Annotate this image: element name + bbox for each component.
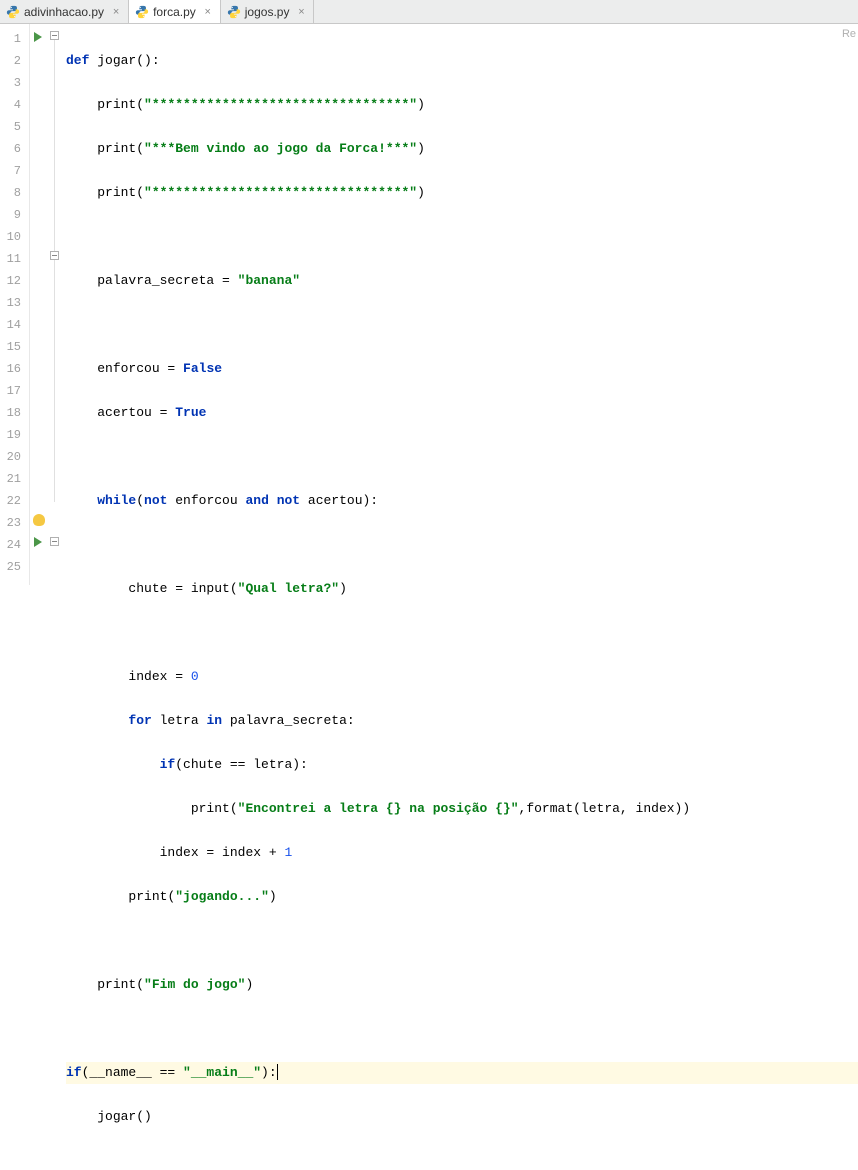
tab-forca[interactable]: forca.py × (129, 0, 221, 23)
fold-toggle[interactable] (50, 537, 59, 546)
editor: 1 2 3 4 5 6 7 8 9 10 11 12 13 14 15 16 1… (0, 24, 858, 585)
line-number: 14 (0, 314, 21, 336)
code-line[interactable]: index = 0 (66, 666, 858, 688)
line-number: 8 (0, 182, 21, 204)
code-line[interactable] (66, 226, 858, 248)
code-line[interactable] (66, 1018, 858, 1040)
line-number: 4 (0, 94, 21, 116)
tab-adivinhacao[interactable]: adivinhacao.py × (0, 0, 129, 23)
fold-toggle[interactable] (50, 31, 59, 40)
code-line[interactable]: chute = input("Qual letra?") (66, 578, 858, 600)
line-number: 24 (0, 534, 21, 556)
code-line[interactable]: print("Fim do jogo") (66, 974, 858, 996)
line-number: 21 (0, 468, 21, 490)
line-number: 25 (0, 556, 21, 578)
bulb-icon[interactable] (33, 514, 45, 526)
line-number: 2 (0, 50, 21, 72)
code-line[interactable]: index = index + 1 (66, 842, 858, 864)
line-number: 7 (0, 160, 21, 182)
line-number: 20 (0, 446, 21, 468)
fold-toggle[interactable] (50, 251, 59, 260)
code-line[interactable] (66, 622, 858, 644)
python-icon (6, 5, 20, 19)
line-number: 6 (0, 138, 21, 160)
code-line[interactable] (66, 534, 858, 556)
line-number: 16 (0, 358, 21, 380)
code-line[interactable]: print("***Bem vindo ao jogo da Forca!***… (66, 138, 858, 160)
code-line[interactable]: while(not enforcou and not acertou): (66, 490, 858, 512)
tab-bar: adivinhacao.py × forca.py × jogos.py × (0, 0, 858, 24)
code-line[interactable]: acertou = True (66, 402, 858, 424)
line-number: 9 (0, 204, 21, 226)
line-number: 19 (0, 424, 21, 446)
line-number: 1 (0, 28, 21, 50)
code-line[interactable]: def jogar(): (66, 50, 858, 72)
run-icon[interactable] (34, 32, 42, 42)
close-icon[interactable]: × (110, 6, 122, 18)
code-line[interactable] (66, 446, 858, 468)
code-line[interactable]: print("*********************************… (66, 94, 858, 116)
code-line[interactable]: print("jogando...") (66, 886, 858, 908)
code-line[interactable] (66, 930, 858, 952)
code-line[interactable] (66, 314, 858, 336)
line-number: 10 (0, 226, 21, 248)
line-number: 3 (0, 72, 21, 94)
run-icon[interactable] (34, 537, 42, 547)
text-cursor (277, 1064, 278, 1080)
line-number: 12 (0, 270, 21, 292)
tab-label: forca.py (153, 5, 196, 19)
close-icon[interactable]: × (295, 6, 307, 18)
code-line[interactable]: for letra in palavra_secreta: (66, 710, 858, 732)
fold-line (54, 40, 55, 502)
line-number: 11 (0, 248, 21, 270)
python-icon (135, 5, 149, 19)
run-gutter (30, 24, 48, 585)
line-number: 18 (0, 402, 21, 424)
code-line[interactable]: print("*********************************… (66, 182, 858, 204)
python-icon (227, 5, 241, 19)
code-line-current[interactable]: if(__name__ == "__main__"): (66, 1062, 858, 1084)
line-number: 5 (0, 116, 21, 138)
code-area[interactable]: def jogar(): print("********************… (62, 24, 858, 585)
fold-gutter (48, 24, 62, 585)
line-number: 13 (0, 292, 21, 314)
close-icon[interactable]: × (202, 6, 214, 18)
tab-label: jogos.py (245, 5, 290, 19)
tab-label: adivinhacao.py (24, 5, 104, 19)
tab-jogos[interactable]: jogos.py × (221, 0, 315, 23)
line-number: 22 (0, 490, 21, 512)
line-gutter[interactable]: 1 2 3 4 5 6 7 8 9 10 11 12 13 14 15 16 1… (0, 24, 30, 585)
code-line[interactable]: if(chute == letra): (66, 754, 858, 776)
line-number: 15 (0, 336, 21, 358)
line-number: 17 (0, 380, 21, 402)
code-line[interactable]: palavra_secreta = "banana" (66, 270, 858, 292)
line-number: 23 (0, 512, 21, 534)
code-line[interactable]: enforcou = False (66, 358, 858, 380)
code-line[interactable]: print("Encontrei a letra {} na posição {… (66, 798, 858, 820)
code-line[interactable]: jogar() (66, 1106, 858, 1128)
